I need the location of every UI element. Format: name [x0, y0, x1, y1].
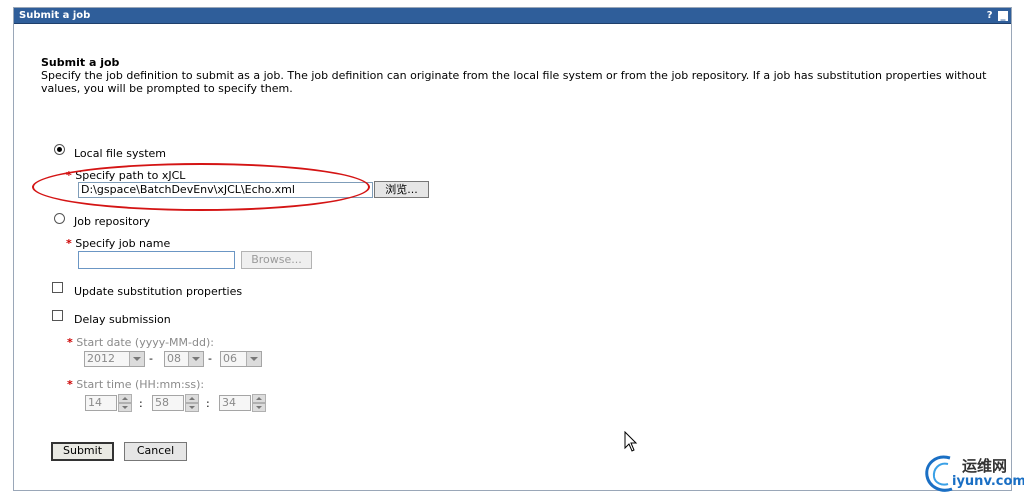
hour-value: 14	[85, 395, 117, 411]
second-spinner[interactable]: 34	[219, 394, 267, 412]
mouse-pointer-icon	[624, 431, 638, 452]
portlet-title-bar: Submit a job ? _	[14, 8, 1011, 24]
chevron-down-icon	[188, 352, 203, 366]
watermark-logo: 运维网 iyunv.com	[918, 452, 1024, 496]
watermark-cn-text: 运维网	[962, 457, 1008, 475]
time-separator: :	[139, 397, 143, 410]
date-separator: -	[149, 352, 153, 365]
page-description: Specify the job definition to submit as …	[41, 69, 987, 95]
chevron-down-icon	[129, 352, 144, 366]
spin-down-icon[interactable]	[118, 403, 132, 412]
start-time-label: Start time (HH:mm:ss):	[76, 378, 205, 391]
job-name-label-row: * Specify job name	[66, 237, 170, 250]
page-heading: Submit a job	[41, 56, 120, 69]
hour-spinner[interactable]: 14	[85, 394, 133, 412]
time-separator: :	[206, 397, 210, 410]
submit-button[interactable]: Submit	[51, 442, 114, 461]
update-substitution-checkbox[interactable]	[52, 282, 63, 293]
required-marker: *	[67, 378, 73, 391]
help-icon[interactable]: ?	[987, 10, 993, 21]
minute-spinner[interactable]: 58	[152, 394, 200, 412]
day-value: 06	[223, 352, 237, 365]
start-date-label: Start date (yyyy-MM-dd):	[76, 336, 214, 349]
delay-submission-checkbox[interactable]	[52, 310, 63, 321]
chevron-down-icon	[246, 352, 261, 366]
highlight-oval	[32, 163, 370, 211]
start-date-label-row: * Start date (yyyy-MM-dd):	[67, 336, 214, 349]
local-file-system-radio[interactable]	[54, 144, 65, 155]
second-value: 34	[219, 395, 251, 411]
job-name-label: Specify job name	[75, 237, 171, 250]
month-value: 08	[167, 352, 181, 365]
job-name-input[interactable]	[78, 251, 235, 269]
year-select[interactable]: 2012	[84, 351, 145, 367]
spin-up-icon[interactable]	[252, 394, 266, 403]
start-time-label-row: * Start time (HH:mm:ss):	[67, 378, 204, 391]
local-file-system-label: Local file system	[74, 147, 167, 160]
year-value: 2012	[87, 352, 115, 365]
required-marker: *	[67, 336, 73, 349]
spin-down-icon[interactable]	[185, 403, 199, 412]
day-select[interactable]: 06	[220, 351, 262, 367]
watermark-en-text: iyunv.com	[952, 474, 1024, 489]
update-substitution-label: Update substitution properties	[74, 285, 243, 298]
date-separator: -	[208, 352, 212, 365]
spin-up-icon[interactable]	[118, 394, 132, 403]
spin-up-icon[interactable]	[185, 394, 199, 403]
required-marker: *	[66, 237, 72, 250]
cancel-button[interactable]: Cancel	[124, 442, 187, 461]
delay-submission-label: Delay submission	[74, 313, 171, 326]
browse-repository-button[interactable]: Browse...	[241, 251, 312, 269]
browse-local-button[interactable]: 浏览...	[374, 181, 429, 198]
job-repository-label: Job repository	[74, 215, 151, 228]
minimize-icon[interactable]: _	[998, 11, 1008, 21]
minute-value: 58	[152, 395, 184, 411]
month-select[interactable]: 08	[164, 351, 204, 367]
spin-down-icon[interactable]	[252, 403, 266, 412]
job-repository-radio[interactable]	[54, 213, 65, 224]
portlet-title: Submit a job	[19, 10, 91, 21]
